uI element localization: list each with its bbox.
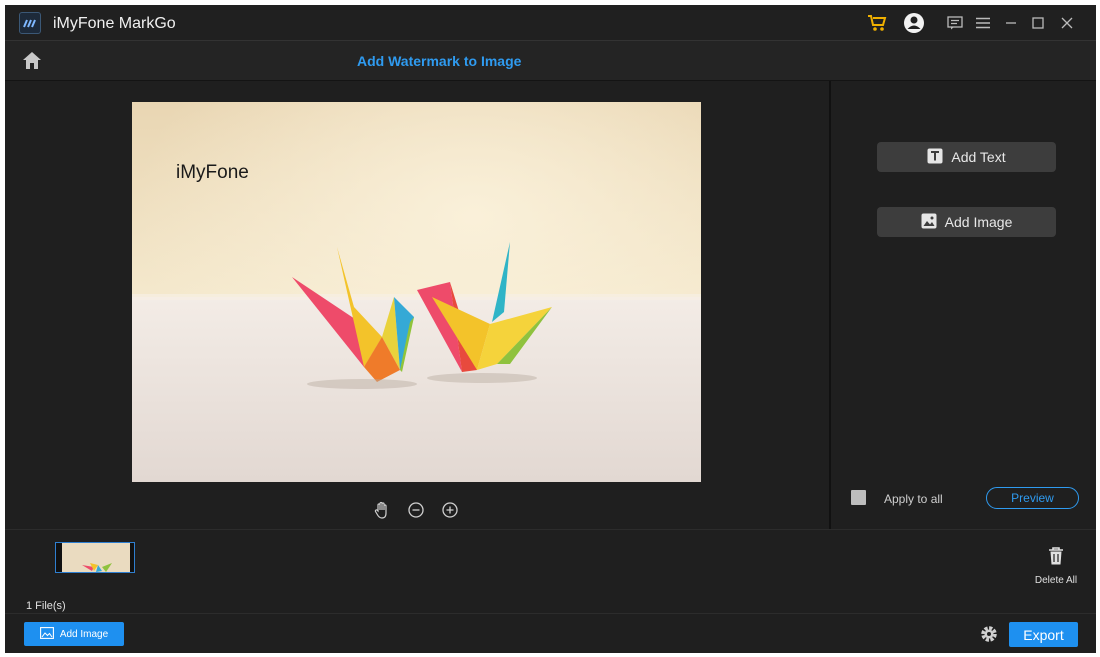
add-text-label: Add Text	[951, 149, 1006, 165]
delete-all-label: Delete All	[1034, 575, 1078, 586]
export-button[interactable]: Export	[1009, 622, 1078, 647]
origami-photo	[132, 102, 701, 482]
zoom-in-icon[interactable]	[439, 499, 461, 521]
add-image-panel-button[interactable]: Add Image	[877, 207, 1056, 237]
maximize-icon[interactable]	[1027, 12, 1049, 34]
preview-button[interactable]: Preview	[986, 487, 1079, 509]
add-image-icon	[39, 626, 54, 642]
page-title: Add Watermark to Image	[357, 53, 522, 69]
hand-tool-icon[interactable]	[371, 499, 393, 521]
image-icon	[921, 213, 937, 232]
zoom-out-icon[interactable]	[405, 499, 427, 521]
home-icon[interactable]	[21, 50, 43, 72]
text-icon	[927, 148, 943, 167]
feedback-icon[interactable]	[944, 12, 966, 34]
settings-gear-icon[interactable]	[978, 623, 1000, 645]
app-title: iMyFone MarkGo	[53, 15, 176, 32]
preview-area: iMyFone	[5, 81, 829, 529]
right-panel: Add Text Add Image Apply to all Preview	[829, 81, 1096, 529]
thumbnail-strip: 1 File(s) Delete All	[5, 529, 1096, 613]
add-text-button[interactable]: Add Text	[877, 142, 1056, 172]
menu-icon[interactable]	[972, 12, 994, 34]
delete-all-button[interactable]: Delete All	[1034, 546, 1078, 586]
app-window: iMyFone MarkGo Add Watermark to Image iM…	[5, 5, 1096, 653]
trash-icon	[1047, 547, 1065, 570]
account-icon[interactable]	[903, 12, 925, 34]
apply-to-all-label: Apply to all	[884, 492, 943, 506]
add-image-label: Add Image	[944, 214, 1013, 230]
watermark-text[interactable]: iMyFone	[176, 162, 249, 184]
add-image-button[interactable]: Add Image	[24, 622, 124, 646]
add-image-button-label: Add Image	[59, 628, 109, 640]
app-logo-icon	[19, 12, 41, 34]
close-icon[interactable]	[1056, 12, 1078, 34]
zoom-tools	[371, 499, 461, 521]
apply-to-all-checkbox[interactable]	[851, 490, 866, 505]
bottom-bar: Add Image Export	[5, 613, 1096, 653]
image-canvas[interactable]: iMyFone	[132, 102, 701, 482]
sub-header: Add Watermark to Image	[5, 41, 1096, 81]
title-bar: iMyFone MarkGo	[5, 5, 1096, 41]
file-count: 1 File(s)	[26, 600, 66, 612]
image-thumbnail[interactable]	[55, 542, 135, 573]
minimize-icon[interactable]	[1000, 12, 1022, 34]
cart-icon[interactable]	[866, 12, 888, 34]
